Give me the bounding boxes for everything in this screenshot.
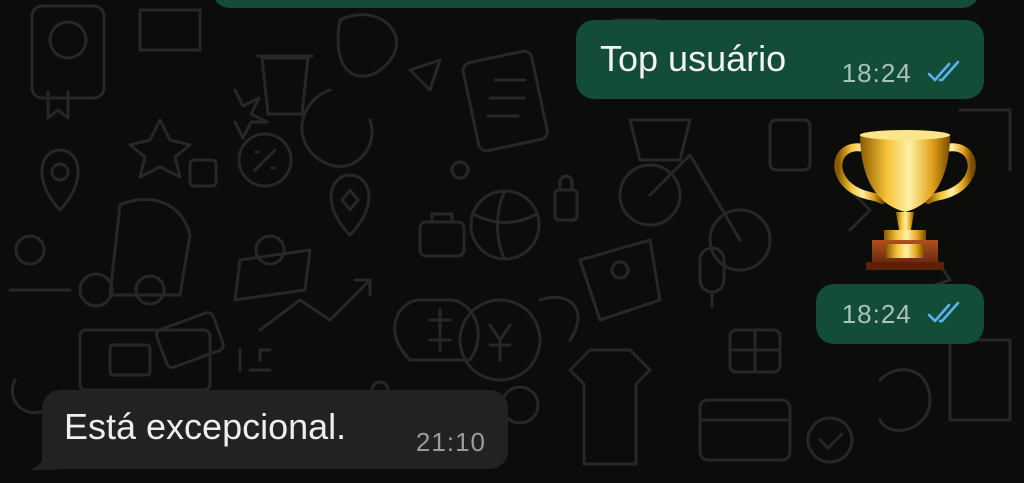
- read-ticks-icon: [927, 301, 960, 323]
- trophy-icon[interactable]: [832, 126, 978, 276]
- incoming-message[interactable]: Está excepcional. 21:10: [42, 390, 508, 469]
- message-meta: 18:24: [842, 299, 964, 329]
- message-text: Top usuário: [600, 38, 787, 79]
- message-time: 18:24: [841, 299, 912, 329]
- message-text: Está excepcional.: [64, 406, 347, 447]
- message-meta: 18:24: [842, 58, 964, 88]
- message-time: 21:10: [415, 427, 486, 457]
- outgoing-message[interactable]: Top usuário 18:24: [576, 20, 984, 99]
- message-time: 18:24: [841, 58, 912, 88]
- previous-message-bubble: [212, 0, 980, 8]
- read-ticks-icon: [927, 60, 960, 82]
- sticker-meta-bubble: 18:24: [816, 284, 984, 344]
- chat-area: Top usuário 18:24 18:24 Está excepcional…: [0, 0, 1024, 483]
